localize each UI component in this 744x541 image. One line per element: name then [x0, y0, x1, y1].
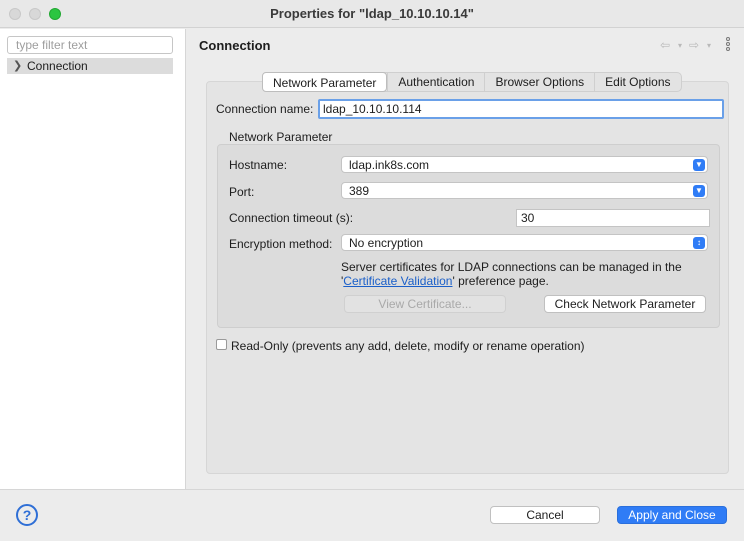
read-only-checkbox[interactable] [216, 339, 227, 350]
back-arrow-icon[interactable]: ⇦ [660, 38, 670, 52]
forward-arrow-icon[interactable]: ⇨ [689, 38, 699, 52]
tab-authentication[interactable]: Authentication [387, 73, 484, 91]
encryption-method-value: No encryption [349, 236, 424, 250]
cancel-button[interactable]: Cancel [490, 506, 600, 524]
hostname-value: ldap.ink8s.com [349, 158, 430, 172]
view-certificate-button[interactable]: View Certificate... [344, 295, 506, 313]
sidebar-item-label: Connection [27, 59, 88, 73]
certificate-info-line2: 'Certificate Validation' preference page… [341, 274, 682, 288]
hostname-label: Hostname: [229, 158, 288, 172]
network-parameter-group-title: Network Parameter [229, 130, 333, 144]
check-network-parameter-button[interactable]: Check Network Parameter [544, 295, 706, 313]
certificate-info-line1: Server certificates for LDAP connections… [341, 260, 682, 274]
read-only-label: Read-Only (prevents any add, delete, mod… [231, 339, 585, 353]
connection-name-label: Connection name: [216, 102, 314, 116]
encryption-method-label: Encryption method: [229, 237, 333, 251]
connection-timeout-input[interactable] [516, 209, 710, 227]
back-dropdown-icon[interactable]: ▾ [678, 41, 682, 50]
forward-dropdown-icon[interactable]: ▾ [707, 41, 711, 50]
certificate-validation-link[interactable]: Certificate Validation [343, 274, 452, 288]
chevron-right-icon[interactable]: ❯ [13, 59, 22, 72]
vertical-dots-icon[interactable] [724, 36, 732, 54]
tab-edit-options[interactable]: Edit Options [594, 73, 680, 91]
connection-name-input[interactable] [318, 99, 724, 119]
tab-browser-options[interactable]: Browser Options [484, 73, 594, 91]
updown-chevron-icon[interactable]: ↕ [693, 237, 705, 249]
help-icon[interactable]: ? [16, 504, 38, 526]
port-label: Port: [229, 185, 255, 199]
certificate-info-suffix: ' preference page. [452, 274, 549, 288]
filter-input[interactable] [7, 36, 173, 54]
chevron-down-icon[interactable]: ▼ [693, 185, 705, 197]
tab-network-parameter[interactable]: Network Parameter [262, 72, 388, 92]
encryption-method-select[interactable]: No encryption ↕ [341, 234, 708, 251]
sidebar-item-connection[interactable]: ❯ Connection [7, 58, 173, 74]
hostname-combo[interactable]: ldap.ink8s.com ▼ [341, 156, 708, 173]
page-title: Connection [199, 38, 271, 53]
window-title: Properties for "ldap_10.10.10.14" [270, 6, 474, 21]
port-value: 389 [349, 184, 370, 198]
apply-and-close-button[interactable]: Apply and Close [617, 506, 727, 524]
properties-window: Properties for "ldap_10.10.10.14" ❯ Conn… [0, 0, 744, 541]
footer-divider [0, 489, 744, 490]
sidebar: ❯ Connection [0, 29, 186, 489]
tab-bar: Network Parameter Authentication Browser… [262, 72, 682, 92]
port-combo[interactable]: 389 ▼ [341, 182, 708, 199]
title-bar: Properties for "ldap_10.10.10.14" [0, 0, 744, 28]
connection-timeout-label: Connection timeout (s): [229, 211, 354, 225]
certificate-info-text: Server certificates for LDAP connections… [341, 260, 682, 288]
chevron-down-icon[interactable]: ▼ [693, 159, 705, 171]
